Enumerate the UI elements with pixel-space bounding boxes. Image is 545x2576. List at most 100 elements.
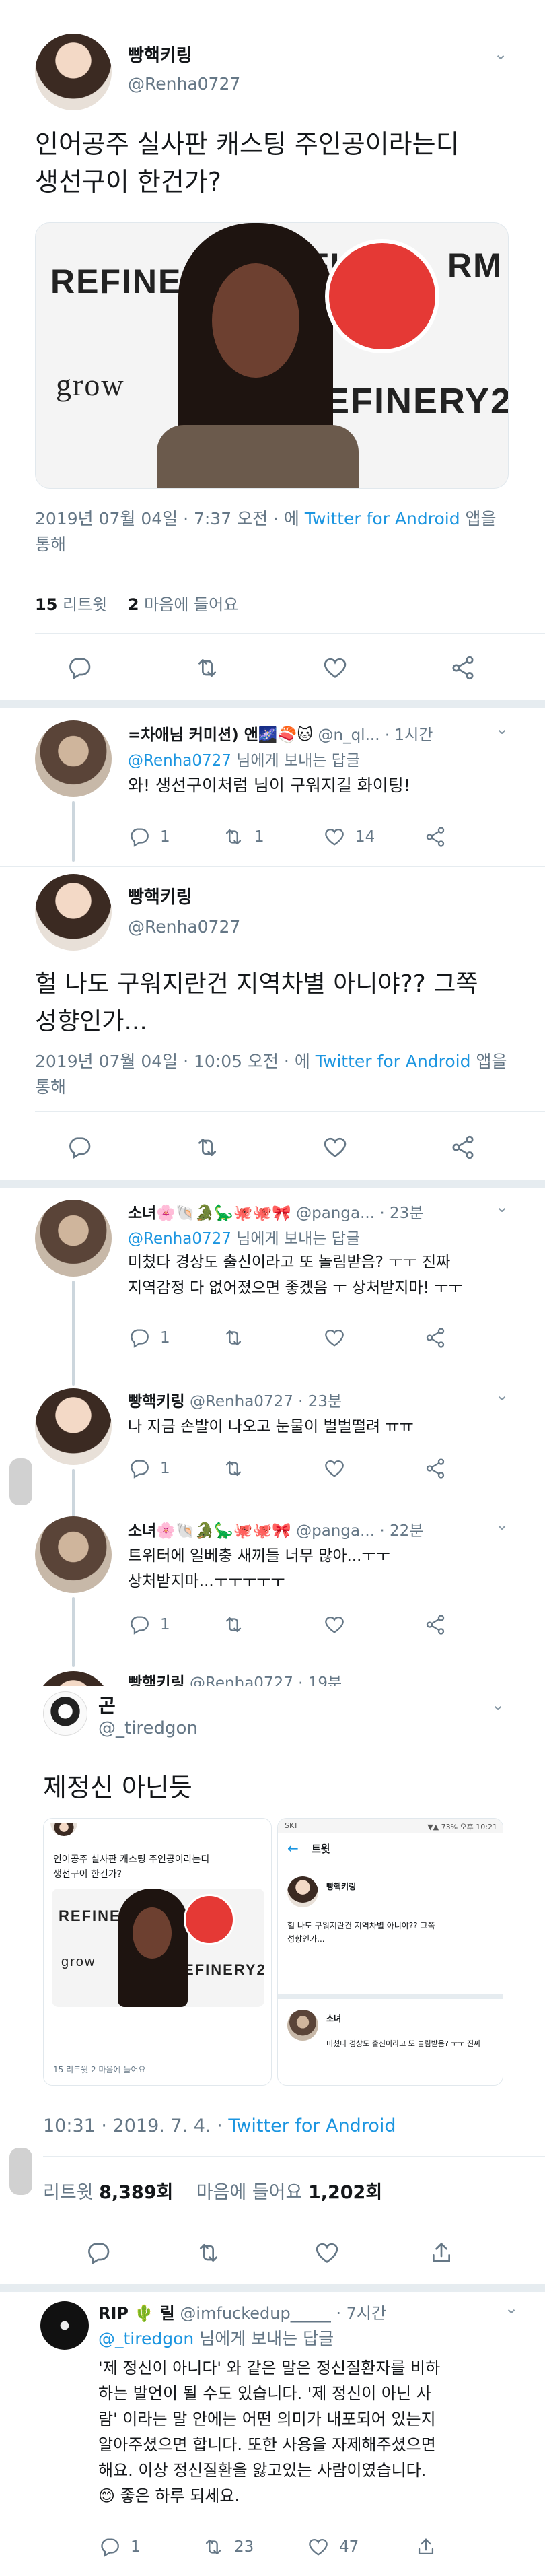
retweet-button[interactable]: 1 [222,825,264,848]
mention-link[interactable]: @Renha0727 [128,1230,231,1248]
scroll-handle[interactable] [9,1458,32,1505]
reply-button[interactable]: 1 [128,1457,170,1480]
retweet-button[interactable] [222,1457,245,1480]
like-button[interactable] [323,1326,346,1349]
heart-icon [322,654,349,681]
reply-button[interactable]: 1 [128,1613,170,1636]
chevron-down-icon[interactable]: ⌄ [488,1695,507,1714]
avatar[interactable] [35,1200,112,1277]
retweet-button[interactable] [222,1613,245,1636]
thread-line [72,1597,75,1667]
share-button[interactable] [424,1326,447,1349]
divider [35,1111,545,1112]
section-divider [0,700,545,708]
retweet-button[interactable]: 23 [202,2536,254,2558]
mini-name: 소녀 [326,2014,342,2023]
photo-figure [133,1907,172,1959]
upload-button[interactable] [414,2536,437,2558]
like-button[interactable]: 14 [323,825,375,848]
tweet-text: 제정신 아닌듯 [43,1773,192,1802]
section-divider [0,2284,545,2292]
share-button[interactable] [449,654,476,681]
upload-button[interactable] [428,2239,455,2266]
like-button[interactable]: 47 [307,2536,359,2558]
reply-text: 상처받지마...ㅜㅜㅜㅜㅜ [128,1573,285,1590]
chevron-down-icon[interactable]: ⌄ [493,719,511,738]
upload-icon [428,2239,455,2266]
display-name[interactable]: 빵핵키링 [128,42,192,67]
tweet-media[interactable]: REFINE FI RM grow EFINERY29 [35,222,509,489]
attached-image-left[interactable]: 인어공주 실사판 캐스팅 주인공이라는디 생선구이 한건가? REFINE gr… [43,1818,272,2086]
reply-context: @_tiredgon 님에게 보내는 답글 [98,2329,334,2348]
mini-text: 헐 나도 구워지란건 지역차별 아니야?? 그쪽 [287,1921,435,1930]
tweet-text: 성향인가... [35,1008,147,1036]
chevron-down-icon[interactable]: ⌄ [493,1197,511,1216]
reply-button[interactable] [66,654,93,681]
share-button[interactable] [424,1457,447,1480]
tweet-text: 인어공주 실사판 캐스팅 주인공이라는디 [35,129,460,159]
avatar[interactable] [40,2301,89,2350]
reply-button[interactable]: 1 [98,2536,141,2558]
retweet-button[interactable] [194,1134,221,1161]
reply-button[interactable]: 1 [128,1326,170,1349]
chevron-down-icon[interactable]: ⌄ [502,2299,521,2317]
like-button[interactable] [323,1613,346,1636]
like-button[interactable] [314,2239,340,2266]
like-button[interactable] [322,1134,349,1161]
reply-tweet-peek[interactable]: 빵핵키링 @Renha0727 · 19분 [0,1666,545,1686]
thread-line [72,801,75,862]
reply-button[interactable] [66,1134,93,1161]
like-count[interactable]: 마음에 들어요 1,202회 [196,2182,382,2203]
tweet-stats: 리트윗 8,389회 마음에 들어요 1,202회 [43,2177,382,2204]
display-name[interactable]: 빵핵키링 [128,883,192,908]
avatar[interactable] [35,1516,112,1593]
retweet-button[interactable] [195,2239,222,2266]
avatar[interactable] [35,1671,112,1686]
section-divider [0,1180,545,1188]
reply-text: 해요. 이상 정신질환을 앓고있는 사람이였습니다. [98,2461,427,2480]
retweet-count[interactable]: 리트윗 8,389회 [43,2182,173,2203]
reply-header: 소녀🌸🐚🐊🦕🐙🐙🎀 @panga... · 22분 [128,1522,424,1540]
avatar[interactable] [35,34,112,110]
reply-text: 트위터에 일베충 새끼들 너무 많아...ㅜㅜ [128,1547,390,1565]
chevron-down-icon[interactable]: ⌄ [493,1386,511,1404]
like-count[interactable]: 2 마음에 들어요 [128,595,238,614]
heart-icon [323,1613,346,1636]
avatar[interactable] [43,1691,87,1736]
avatar[interactable] [35,720,112,797]
client-link[interactable]: Twitter for Android [228,2115,396,2136]
share-button[interactable] [449,1134,476,1161]
media-text: grow [56,368,125,402]
share-button[interactable] [424,1613,447,1636]
scroll-handle[interactable] [9,2148,32,2195]
mini-stats: 15 리트윗 2 마음에 들어요 [53,2065,146,2074]
retweet-button[interactable] [194,654,221,681]
share-button[interactable] [424,825,447,848]
retweet-icon [222,1457,245,1480]
divider [0,866,545,867]
handle[interactable]: @Renha0727 [128,74,240,94]
share-icon [424,1613,447,1636]
heart-icon [314,2239,340,2266]
chevron-down-icon[interactable]: ⌄ [493,1515,511,1534]
attached-image-right[interactable]: SKT ▼▲ 73% 오후 10:21 ← 트윗 빵핵키링 헐 나도 구워지란건… [277,1818,503,2086]
display-name[interactable]: 곤 [98,1691,116,1718]
mention-link[interactable]: @Renha0727 [128,752,231,770]
client-link[interactable]: Twitter for Android [316,1052,471,1071]
mention-link[interactable]: @_tiredgon [98,2329,194,2348]
like-button[interactable] [323,1457,346,1480]
reply-icon [128,1326,151,1349]
chevron-down-icon[interactable]: ⌄ [491,44,510,63]
client-link[interactable]: Twitter for Android [305,509,460,529]
thread-line [72,1469,75,1518]
avatar[interactable] [35,1388,112,1465]
handle[interactable]: @_tiredgon [98,1718,198,1738]
reply-button[interactable] [85,2239,112,2266]
retweet-count[interactable]: 15 리트윗 [35,595,107,614]
reply-button[interactable]: 1 [128,825,170,848]
like-button[interactable] [322,654,349,681]
retweet-button[interactable] [222,1326,245,1349]
handle[interactable]: @Renha0727 [128,917,240,937]
avatar[interactable] [35,874,112,951]
reply-icon [85,2239,112,2266]
